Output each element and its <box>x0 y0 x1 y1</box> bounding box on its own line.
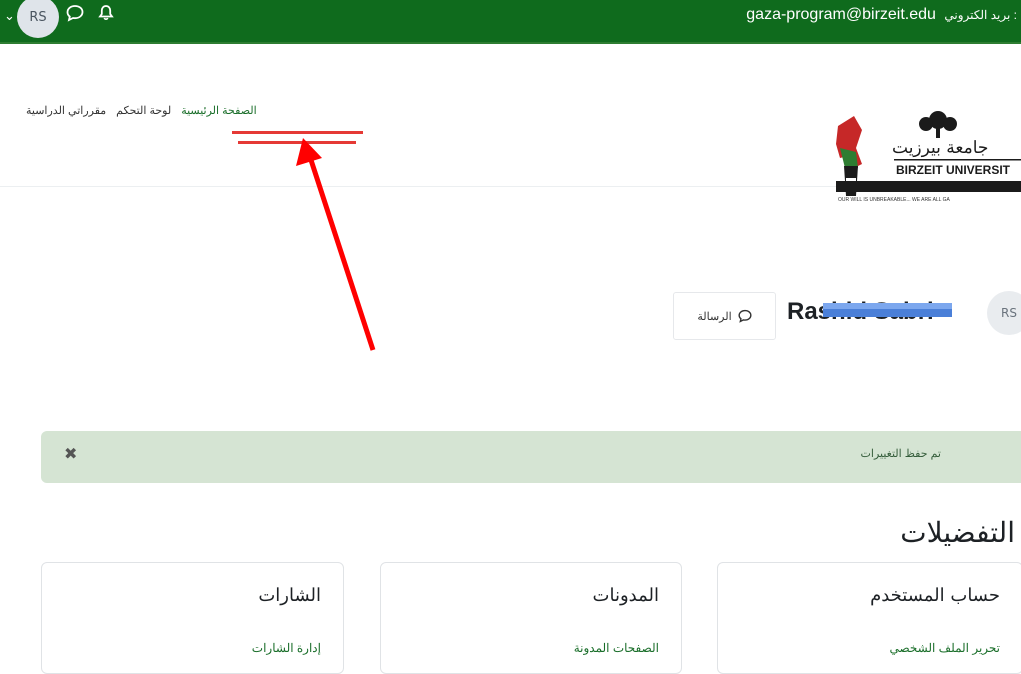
contact-email: gaza-program@birzeit.edu بريد الكتروني : <box>746 6 1017 24</box>
user-avatar[interactable]: RS <box>17 0 59 38</box>
card-link[interactable]: تحرير الملف الشخصي <box>889 641 1000 655</box>
success-alert: ✖ تم حفظ التغييرات <box>41 431 1021 483</box>
card-badges: الشارات إدارة الشارات <box>41 562 344 674</box>
card-title: حساب المستخدم <box>870 585 1000 606</box>
alert-message: تم حفظ التغييرات <box>860 448 941 460</box>
profile-header: الرسالة Rashid Sabri RS <box>673 291 1021 340</box>
nav-item-my-courses[interactable]: مقرراتي الدراسية <box>26 104 106 117</box>
university-logo[interactable]: جامعة بيرزيت BIRZEIT UNIVERSIT OUR WILL … <box>826 108 1021 220</box>
logo-university-name: BIRZEIT UNIVERSIT <box>896 163 1011 177</box>
redaction-bar-highlight <box>823 303 952 309</box>
annotation-underline <box>232 131 363 134</box>
annotation-underline-2 <box>238 141 356 144</box>
page-title: التفضيلات <box>900 516 1015 549</box>
nav-links: الصفحة الرئيسية لوحة التحكم مقرراتي الدر… <box>26 104 257 117</box>
card-title: الشارات <box>258 585 321 606</box>
profile-avatar: RS <box>987 291 1021 335</box>
card-link[interactable]: الصفحات المدونة <box>574 641 659 655</box>
email-address[interactable]: gaza-program@birzeit.edu <box>746 6 936 23</box>
chevron-down-icon[interactable]: ⌄ <box>4 9 15 24</box>
nav-item-home[interactable]: الصفحة الرئيسية <box>181 104 256 117</box>
chat-bubble-icon <box>738 309 752 323</box>
nav-item-dashboard[interactable]: لوحة التحكم <box>116 104 171 117</box>
card-title: المدونات <box>592 585 659 606</box>
chat-bubble-icon[interactable] <box>66 4 84 22</box>
email-label: بريد الكتروني : <box>944 8 1017 22</box>
message-label: الرسالة <box>697 310 732 323</box>
top-bar: ⌄ RS gaza-program@birzeit.edu بريد الكتر… <box>0 0 1021 44</box>
bell-icon[interactable] <box>97 4 115 22</box>
logo-graphic: جامعة بيرزيت BIRZEIT UNIVERSIT OUR WILL … <box>836 111 1021 203</box>
card-link[interactable]: إدارة الشارات <box>252 641 321 655</box>
card-user-account: حساب المستخدم تحرير الملف الشخصي <box>717 562 1021 674</box>
logo-arabic-name: جامعة بيرزيت <box>892 138 988 158</box>
primary-navigation: الصفحة الرئيسية لوحة التحكم مقرراتي الدر… <box>0 44 1021 203</box>
card-blogs: المدونات الصفحات المدونة <box>380 562 682 674</box>
close-icon[interactable]: ✖ <box>64 444 77 463</box>
logo-tagline: OUR WILL IS UNBREAKABLE... WE ARE ALL GA <box>838 197 951 203</box>
message-button[interactable]: الرسالة <box>673 292 776 340</box>
